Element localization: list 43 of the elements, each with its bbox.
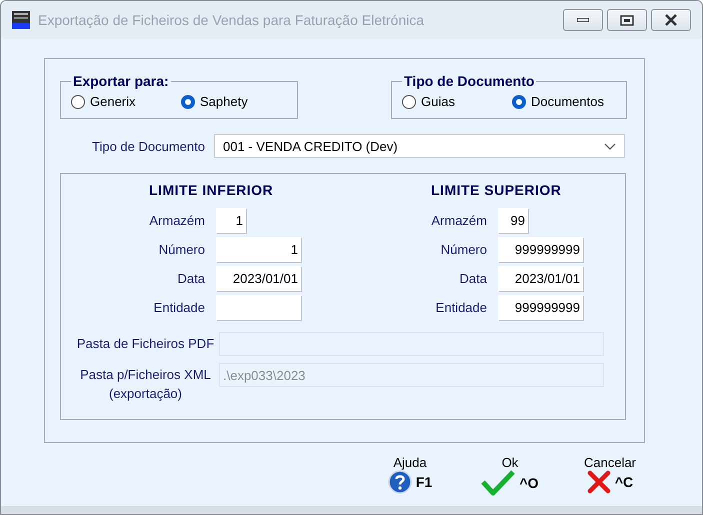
field-label: Entidade: [152, 300, 205, 315]
input-field[interactable]: 2023/01/01: [216, 266, 301, 291]
checkmark-icon: [481, 470, 516, 496]
input-field[interactable]: [216, 295, 301, 320]
field-label: Armazém: [430, 213, 487, 228]
field-label: Número: [440, 242, 487, 257]
radio-option[interactable]: Documentos: [512, 94, 604, 109]
input-field[interactable]: 99: [498, 208, 528, 233]
input-field[interactable]: 2023/01/01: [498, 266, 583, 291]
chevron-down-icon: [604, 142, 616, 150]
input-field[interactable]: 999999999: [498, 237, 583, 262]
ok-button[interactable]: Ok ^O: [470, 455, 550, 496]
field-label: Data: [458, 271, 487, 286]
field-label: Número: [158, 242, 205, 257]
input-field[interactable]: 1: [216, 208, 246, 233]
maximize-button[interactable]: [607, 9, 647, 31]
close-icon: [664, 14, 678, 26]
cross-icon: [586, 470, 611, 494]
window-title: Exportação de Ficheiros de Vendas para Faturação Eletrónica: [38, 12, 424, 28]
field-label: Tipo de Documento: [91, 138, 205, 154]
section-heading: LIMITE INFERIOR: [149, 182, 274, 198]
minimize-icon: [577, 18, 589, 22]
field-label: Data: [176, 271, 205, 286]
field-label: (exportação): [109, 386, 182, 401]
input-field[interactable]: 999999999: [498, 295, 583, 320]
group-title: Exportar para:: [72, 73, 170, 89]
document-type-dropdown[interactable]: 001 - VENDA CREDITO (Dev): [214, 134, 625, 158]
radio-option[interactable]: Generix: [71, 94, 155, 109]
app-icon: [12, 11, 30, 29]
radio-option[interactable]: Guias: [402, 94, 486, 109]
radio-option[interactable]: Saphety: [181, 94, 265, 109]
field-label: Armazém: [148, 213, 205, 228]
field-label: Pasta de Ficheiros PDF: [76, 336, 214, 351]
field-label: Pasta p/Ficheiros XML: [80, 367, 211, 382]
close-button[interactable]: [651, 9, 691, 31]
help-button[interactable]: Ajuda F1: [370, 455, 450, 496]
group-title: Tipo de Documento: [403, 73, 536, 89]
maximize-icon: [620, 14, 634, 26]
input-field[interactable]: 1: [216, 237, 301, 262]
field-label: Entidade: [434, 300, 487, 315]
cancel-button[interactable]: Cancelar ^C: [570, 455, 650, 496]
question-mark-icon: [388, 470, 412, 494]
section-heading: LIMITE SUPERIOR: [431, 182, 562, 198]
